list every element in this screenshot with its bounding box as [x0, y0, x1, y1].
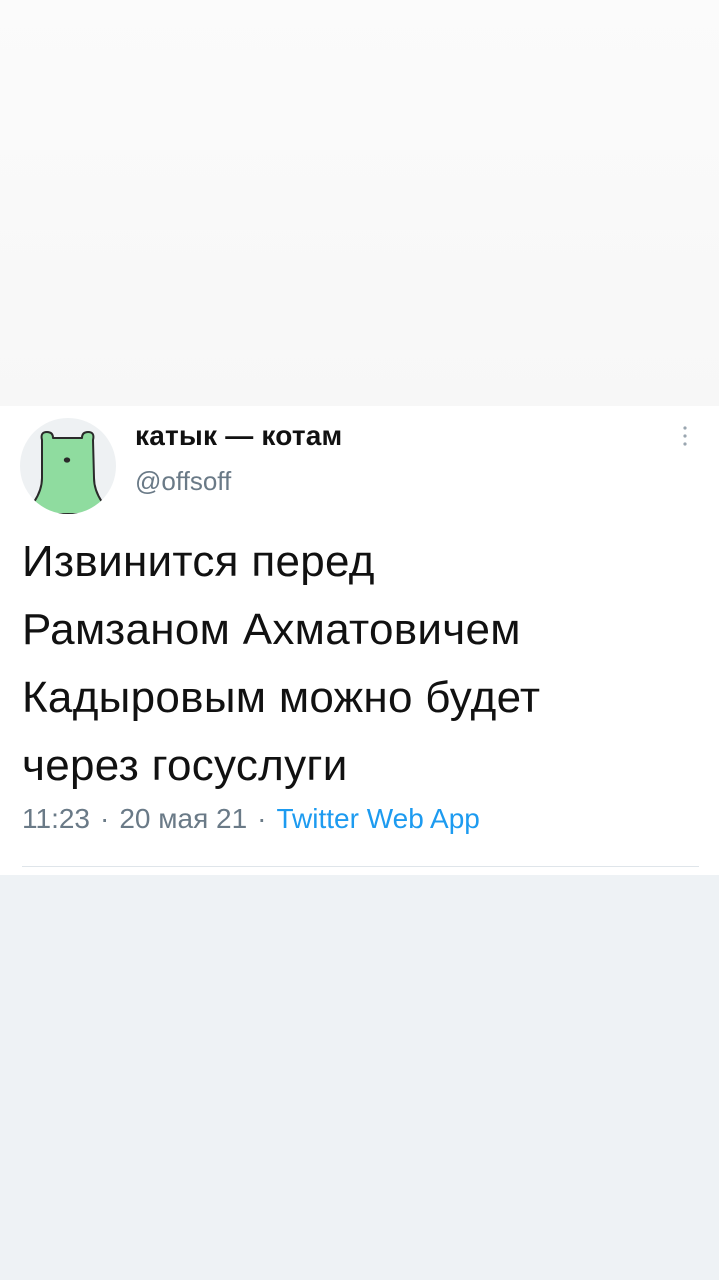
- meta-separator: ·: [257, 803, 267, 834]
- tweet-card[interactable]: катык — котам @offsoff Извинится перед Р…: [0, 406, 719, 875]
- tweet-date[interactable]: 20 мая 21: [119, 803, 247, 834]
- meta-separator: ·: [100, 803, 110, 834]
- vertical-dots-icon: [683, 426, 687, 446]
- tweet-source-link[interactable]: Twitter Web App: [277, 803, 480, 834]
- tweet-time[interactable]: 11:23: [22, 803, 90, 834]
- tweet-metadata: 11:23 · 20 мая 21 · Twitter Web App: [22, 803, 480, 835]
- user-handle[interactable]: @offsoff: [135, 466, 231, 497]
- more-options-button[interactable]: [670, 416, 700, 456]
- top-blank-area: [0, 0, 719, 406]
- tweet-text: Извинится перед Рамзаном Ахматовичем Кад…: [22, 537, 541, 790]
- polar-bear-avatar-icon: [33, 431, 103, 514]
- display-name[interactable]: катык — котам: [135, 420, 342, 452]
- divider: [22, 866, 699, 867]
- avatar[interactable]: [20, 418, 116, 514]
- bottom-blank-area: [0, 875, 719, 1280]
